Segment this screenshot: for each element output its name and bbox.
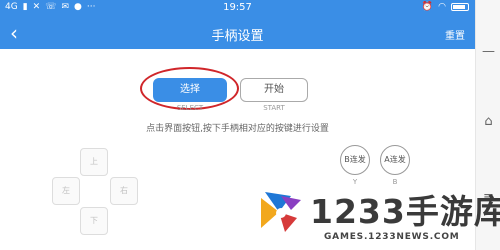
select-button[interactable]: 选择 [153,78,227,102]
battery-icon [451,3,469,11]
dpad-left-button[interactable]: 左 [52,177,80,205]
watermark-url: GAMES.1233NEWS.COM [324,232,460,242]
status-bar: 4G ▮ ✕ ☏ ✉ ● ··· 19:57 ⏰ ◠ [0,0,475,17]
alarm-icon: ⏰ [421,2,434,12]
instruction-text: 点击界面按钮,按下手柄相对应的按键进行设置 [146,124,329,134]
a-turbo-button[interactable]: A连发 [380,145,410,175]
dpad-right-button[interactable]: 右 [110,177,138,205]
watermark-brand: 1233手游库 [310,192,500,231]
status-right: ⏰ ◠ [422,2,469,12]
reset-button[interactable]: 重置 [445,27,465,42]
dpad-down-button[interactable]: 下 [80,207,108,235]
page-title: 手柄设置 [211,29,264,44]
status-time: 19:57 [223,2,252,13]
watermark: 1233手游库 GAMES.1233NEWS.COM [250,185,500,250]
app-toolbar: ‹ 手柄设置 重置 [0,17,475,49]
nav-back-icon[interactable]: ⌂ [476,114,500,129]
start-caption: START [263,104,285,112]
start-button[interactable]: 开始 [240,78,308,102]
nav-home-icon[interactable]: — [476,44,500,59]
select-caption: SELECT [176,104,204,112]
watermark-logo-icon [261,192,301,232]
b-turbo-button[interactable]: B连发 [340,145,370,175]
wifi-icon: ◠ [438,2,446,12]
dpad-up-button[interactable]: 上 [80,148,108,176]
